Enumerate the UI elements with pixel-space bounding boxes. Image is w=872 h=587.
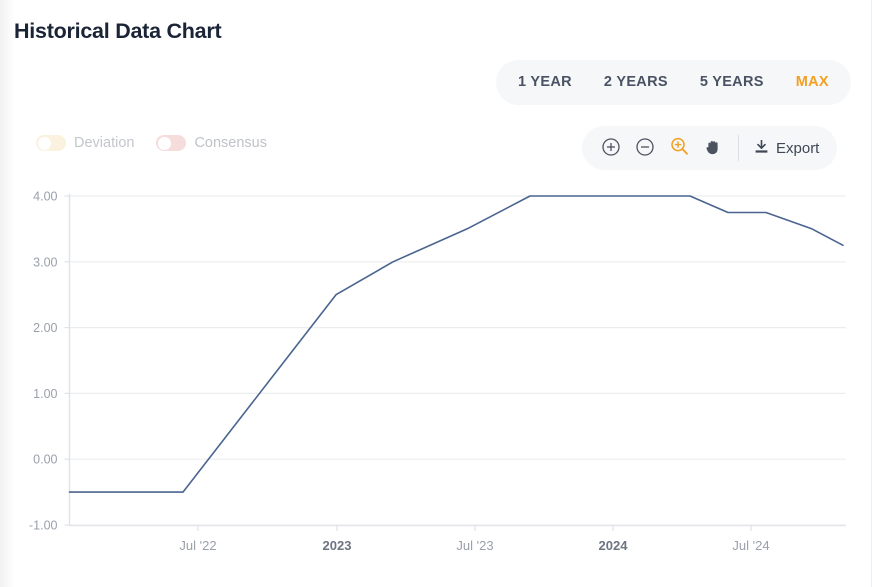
chart-card: Historical Data Chart 1 YEAR 2 YEARS 5 Y… [0,0,872,587]
series-line [70,196,844,492]
range-option-max[interactable]: MAX [780,60,845,105]
pan-hand-icon [703,137,723,160]
chart-toolbar: Export [582,126,837,170]
y-tick-label: 1.00 [33,387,57,401]
x-tick-labels: Jul '22 2023 Jul '23 2024 Jul '24 [179,538,769,553]
toolbar-divider [738,135,739,161]
y-tick-label: 0.00 [33,453,57,467]
export-label: Export [776,140,819,157]
export-button[interactable]: Export [753,138,823,158]
zoom-in-button[interactable] [596,133,626,163]
y-tick-label: 3.00 [33,255,57,269]
download-tray-icon [753,138,770,158]
x-tick-label: 2024 [599,538,629,553]
x-tick-label: Jul '23 [456,538,493,553]
y-tick-label: -1.00 [29,519,58,533]
zoom-in-circle-icon [601,137,621,160]
magnifier-plus-icon [669,136,690,160]
x-tick-label: Jul '24 [732,538,769,553]
series-line-group [70,196,844,492]
x-tick-label: Jul '22 [179,538,216,553]
gridlines [65,196,847,525]
range-option-1-year[interactable]: 1 YEAR [502,60,588,105]
zoom-out-button[interactable] [630,133,660,163]
deviation-toggle-switch[interactable] [36,135,66,151]
range-option-2-years[interactable]: 2 YEARS [588,60,684,105]
pan-button[interactable] [698,133,728,163]
toggle-knob [158,137,171,150]
consensus-toggle-switch[interactable] [156,135,186,151]
legend-toggle-consensus[interactable]: Consensus [156,135,267,151]
legend-label-consensus: Consensus [194,135,267,151]
chart-svg[interactable]: 4.003.002.001.000.00-1.00 Jul '222023Jul… [0,180,872,587]
y-tick-labels: 4.00 3.00 2.00 1.00 0.00 -1.00 [29,190,58,533]
legend-label-deviation: Deviation [74,135,134,151]
y-tick-label: 2.00 [33,321,57,335]
range-option-5-years[interactable]: 5 YEARS [684,60,780,105]
zoom-out-circle-icon [635,137,655,160]
legend: Deviation Consensus [36,135,267,151]
chart-plot-area[interactable]: 4.003.002.001.000.00-1.00 Jul '222023Jul… [0,180,872,587]
y-tick-label: 4.00 [33,190,57,204]
x-tick-label: 2023 [323,538,352,553]
zoom-select-button[interactable] [664,133,694,163]
page-title: Historical Data Chart [14,19,221,44]
toggle-knob [38,137,51,150]
range-selector: 1 YEAR 2 YEARS 5 YEARS MAX [496,60,851,105]
legend-toggle-deviation[interactable]: Deviation [36,135,134,151]
